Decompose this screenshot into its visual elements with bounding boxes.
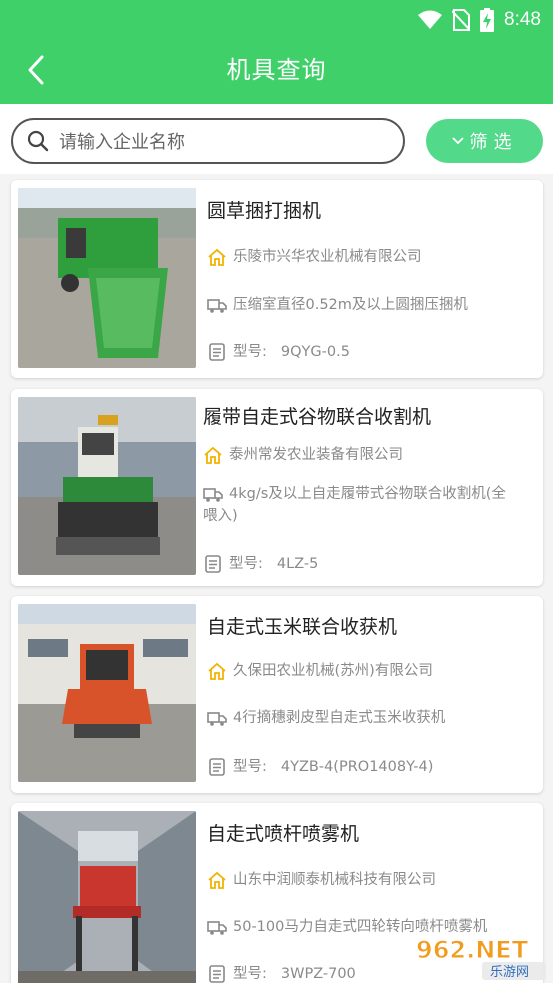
document-icon <box>209 965 225 983</box>
list-item[interactable]: 圆草捆打捆机 乐陵市兴华农业机械有限公司 压缩室直径0.52m及以上圆捆压捆机 … <box>11 180 543 378</box>
document-icon <box>209 343 225 361</box>
machine-list: 圆草捆打捆机 乐陵市兴华农业机械有限公司 压缩室直径0.52m及以上圆捆压捆机 … <box>0 174 553 983</box>
status-bar: 8:48 <box>418 6 541 34</box>
model-label: 型号: <box>233 759 267 775</box>
machine-photo <box>18 811 196 983</box>
item-name: 自走式喷杆喷雾机 <box>207 823 360 845</box>
document-icon <box>205 555 221 573</box>
wifi-icon <box>418 10 443 29</box>
machine-photo <box>18 604 196 782</box>
home-icon <box>208 871 226 889</box>
machine-photo <box>18 397 196 575</box>
machine-photo <box>18 188 196 368</box>
item-desc: 4kg/s及以上自走履带式谷物联合收割机(全喂入) <box>203 486 506 524</box>
desc-row: 压缩室直径0.52m及以上圆捆压捆机 <box>207 294 468 316</box>
company-name: 乐陵市兴华农业机械有限公司 <box>233 249 422 265</box>
company-name: 久保田农业机械(苏州)有限公司 <box>233 663 433 679</box>
model-row: 型号: 9QYG-0.5 <box>207 341 350 363</box>
no-sim-icon <box>452 9 471 31</box>
svg-text:962.NET: 962.NET <box>416 936 529 964</box>
svg-text:乐游网: 乐游网 <box>490 965 529 980</box>
truck-icon <box>207 299 227 313</box>
model-value: 3WPZ-700 <box>280 966 356 982</box>
app-header: 8:48 机具查询 <box>0 0 553 104</box>
filter-button[interactable]: 筛选 <box>426 119 543 163</box>
company-row: 泰州常发农业装备有限公司 <box>203 444 403 466</box>
document-icon <box>209 758 225 776</box>
search-placeholder: 请输入企业名称 <box>59 132 185 153</box>
model-row: 型号: 3WPZ-700 <box>207 963 356 983</box>
truck-icon <box>207 712 227 726</box>
model-label: 型号: <box>233 344 267 360</box>
model-row: 型号: 4LZ-5 <box>203 553 318 575</box>
item-desc: 压缩室直径0.52m及以上圆捆压捆机 <box>233 297 468 313</box>
chevron-down-icon <box>451 137 464 145</box>
desc-row: 4kg/s及以上自走履带式谷物联合收割机(全喂入) <box>203 483 513 527</box>
page-title: 机具查询 <box>226 56 327 84</box>
model-value: 4LZ-5 <box>276 556 319 572</box>
home-icon <box>208 248 226 266</box>
search-icon <box>27 130 49 152</box>
model-label: 型号: <box>229 556 263 572</box>
item-name: 圆草捆打捆机 <box>207 200 322 222</box>
company-name: 泰州常发农业装备有限公司 <box>229 447 403 463</box>
model-value: 9QYG-0.5 <box>280 344 350 360</box>
home-icon <box>204 446 222 464</box>
item-desc: 4行摘穗剥皮型自走式玉米收获机 <box>233 710 446 726</box>
item-name: 自走式玉米联合收获机 <box>207 616 398 638</box>
list-item[interactable]: 自走式玉米联合收获机 久保田农业机械(苏州)有限公司 4行摘穗剥皮型自走式玉米收… <box>11 596 543 793</box>
company-name: 山东中润顺泰机械科技有限公司 <box>233 872 436 888</box>
watermark-logo: 962.NET 乐游网 <box>410 932 550 982</box>
item-name: 履带自走式谷物联合收割机 <box>203 406 432 428</box>
model-row: 型号: 4YZB-4(PRO1408Y-4) <box>207 756 433 778</box>
company-row: 乐陵市兴华农业机械有限公司 <box>207 246 422 268</box>
desc-row: 4行摘穗剥皮型自走式玉米收获机 <box>207 707 445 729</box>
truck-icon <box>207 921 227 935</box>
filter-label: 筛选 <box>469 132 518 153</box>
company-row: 久保田农业机械(苏州)有限公司 <box>207 660 433 682</box>
battery-charging-icon <box>480 8 495 32</box>
model-label: 型号: <box>233 966 267 982</box>
title-bar: 机具查询 <box>0 40 553 100</box>
home-icon <box>208 662 226 680</box>
list-item[interactable]: 履带自走式谷物联合收割机 泰州常发农业装备有限公司 4kg/s及以上自走履带式谷… <box>11 389 543 586</box>
company-row: 山东中润顺泰机械科技有限公司 <box>207 869 436 891</box>
search-row: 请输入企业名称 筛选 <box>0 104 553 174</box>
search-input[interactable]: 请输入企业名称 <box>11 118 405 164</box>
model-value: 4YZB-4(PRO1408Y-4) <box>280 759 434 775</box>
status-time: 8:48 <box>504 9 541 30</box>
